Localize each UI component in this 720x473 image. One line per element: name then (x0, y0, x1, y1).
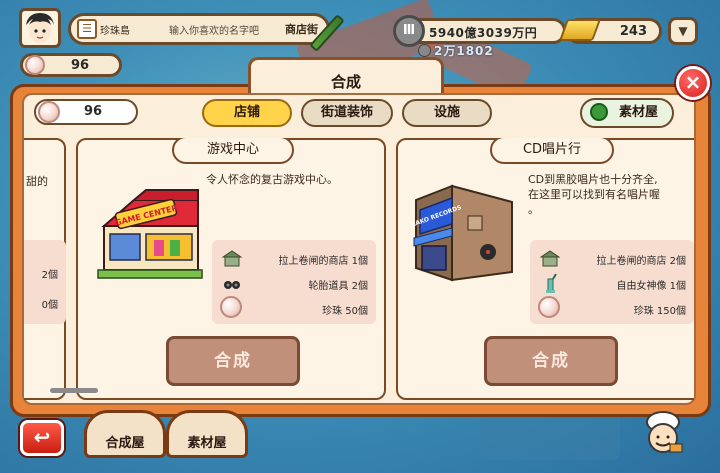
pearl-icon (538, 296, 560, 318)
material-name: 轮胎道具 2個 (308, 281, 368, 292)
gold-amount: 243 (619, 24, 647, 39)
list-icon[interactable]: ☰ (77, 19, 97, 39)
shuttered-shop-icon (222, 250, 242, 267)
materials-list: 2個 0個 (24, 240, 66, 324)
panel-title: 合成 (330, 73, 361, 91)
materials-house-label: 素材屋 (618, 105, 658, 120)
menu-dropdown-button[interactable]: ▼ (668, 17, 698, 45)
coin-small-icon (418, 44, 431, 57)
material-row: 拉上卷闸的商店 1個 (212, 246, 368, 272)
combine-button[interactable]: 合成 (484, 336, 618, 386)
tab-street-decor[interactable]: 街道装饰 (301, 99, 393, 127)
money-amount: 5940億3039万円 (429, 26, 538, 40)
pearl-icon (38, 101, 60, 123)
pearl-icon (25, 55, 45, 75)
tire-icon (224, 281, 240, 289)
cd-shop-building-icon: NAKO RECORDS (410, 184, 513, 282)
close-button[interactable]: × (676, 66, 710, 100)
card-description-line: CD到黑胶唱片也十分齐全, (528, 173, 658, 186)
player-avatar[interactable] (19, 8, 61, 48)
material-row: 轮胎道具 2個 (212, 271, 368, 297)
material-row: 自由女神像 1個 (530, 271, 686, 297)
recipe-scroll-area[interactable]: 甜的 2個 0個 游戏中心 令人怀念的复古游戏中心。 GAME CENTER 拉… (24, 138, 694, 404)
statue-of-liberty-icon (546, 273, 557, 293)
card-title: CD唱片行 (490, 138, 614, 164)
combine-button[interactable]: 合成 (166, 336, 300, 386)
card-description-line: 在这里可以找到有名唱片喔 (528, 188, 660, 201)
island-name: 珍珠島 (100, 26, 130, 37)
pearl-counter-top: 96 (20, 53, 122, 77)
materials-list: 拉上卷闸的商店 1個 轮胎道具 2個 珍珠 50個 (212, 240, 376, 324)
recipe-card-game-center[interactable]: 游戏中心 令人怀念的复古游戏中心。 GAME CENTER 拉上卷闸的商店 1個… (76, 138, 386, 400)
material-row: 拉上卷闸的商店 2個 (530, 246, 686, 272)
card-description: CD到黑胶唱片也十分齐全, 在这里可以找到有名唱片喔 。 (528, 172, 660, 217)
pearl-icon (220, 296, 242, 318)
tab-shops[interactable]: 店铺 (202, 99, 292, 127)
card-title: 游戏中心 (172, 138, 294, 164)
combine-house-label: 合成屋 (105, 436, 145, 451)
money-display: Ⅲ 5940億3039万円 (393, 15, 566, 47)
money-sub-amount: 2万1802 (434, 44, 494, 58)
gold-display[interactable]: 243 (558, 18, 662, 44)
material-qty: 0個 (41, 300, 58, 311)
material-name: 珍珠 150個 (633, 306, 686, 317)
material-qty: 2個 (41, 270, 58, 281)
tab-facilities[interactable]: 设施 (402, 99, 492, 127)
card-description: 令人怀念的复古游戏中心。 (206, 173, 338, 186)
street-label: 商店街 (285, 23, 318, 36)
material-name: 拉上卷闸的商店 2個 (596, 256, 686, 267)
material-row: 珍珠 150個 (530, 296, 686, 322)
shuttered-shop-icon (540, 250, 560, 267)
material-name: 拉上卷闸的商店 1個 (278, 256, 368, 267)
card-description-line: 。 (528, 203, 539, 216)
island-name-bar[interactable]: ☰ 珍珠島 输入你喜欢的名字吧 商店街 (68, 13, 330, 45)
back-button[interactable]: ↩ (20, 420, 64, 456)
recipe-card-cd-shop[interactable]: CD唱片行 CD到黑胶唱片也十分齐全, 在这里可以找到有名唱片喔 。 NAKO … (396, 138, 694, 400)
game-center-building-icon: GAME CENTER (97, 189, 203, 279)
material-row: 珍珠 50個 (212, 296, 368, 322)
material-name: 自由女神像 1個 (616, 281, 686, 292)
pearl-count-top: 96 (71, 58, 90, 73)
pearl-counter-panel: 96 (34, 99, 138, 125)
material-row: 2個 (24, 260, 58, 286)
gold-bar-icon (558, 19, 602, 41)
material-house-label: 素材屋 (187, 436, 227, 451)
pearl-count-panel: 96 (84, 104, 103, 119)
avatar-face-icon (26, 13, 54, 43)
materials-house-tab[interactable]: 素材屋 (580, 98, 674, 128)
chef-advisor-icon[interactable] (640, 410, 686, 460)
recipe-card-partial: 甜的 2個 0個 (24, 138, 66, 400)
combine-house-button[interactable]: 合成屋 (84, 410, 166, 458)
material-row: 0個 (24, 290, 58, 316)
material-name: 珍珠 50個 (322, 306, 368, 317)
materials-list: 拉上卷闸的商店 2個 自由女神像 1個 珍珠 150個 (530, 240, 694, 324)
name-input-hint[interactable]: 输入你喜欢的名字吧 (169, 22, 259, 37)
tree-icon (590, 103, 608, 121)
material-house-button[interactable]: 素材屋 (166, 410, 248, 458)
scrollbar[interactable] (50, 388, 98, 393)
card-description: 甜的 (26, 175, 48, 188)
